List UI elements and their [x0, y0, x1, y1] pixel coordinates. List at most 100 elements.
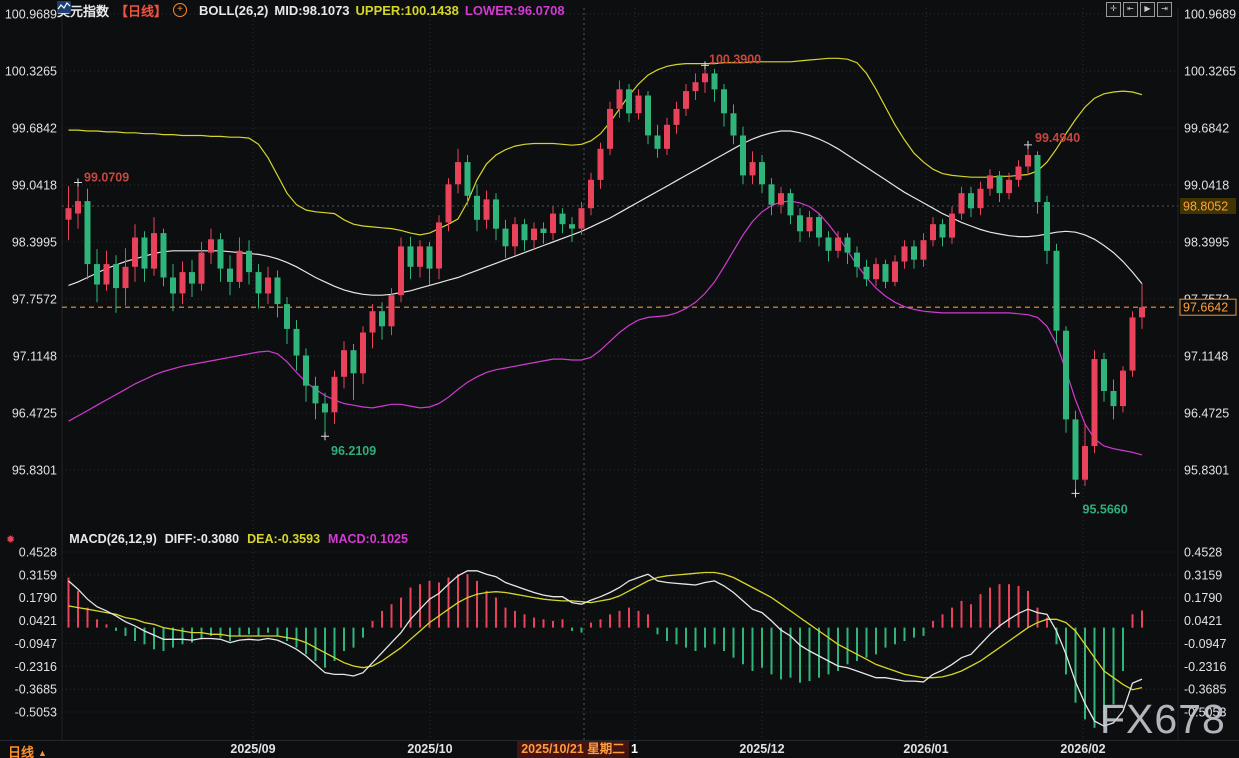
macd-diff-value: DIFF:-0.3080	[165, 532, 239, 546]
candle	[693, 82, 699, 91]
macd-bar	[372, 621, 374, 628]
macd-bar	[1008, 584, 1010, 627]
autoplay-icon[interactable]: ▶	[1140, 2, 1155, 17]
macd-bar	[1113, 628, 1115, 705]
candle	[313, 386, 319, 404]
candle	[769, 184, 775, 204]
macd-bar	[1141, 611, 1143, 628]
candle	[66, 208, 72, 220]
axis-tick: 97.1148	[1184, 350, 1228, 364]
candle	[265, 278, 271, 294]
axis-tick: -0.0947	[1184, 637, 1226, 651]
jump-latest-icon[interactable]: ⇥	[1157, 2, 1172, 17]
candle	[987, 175, 993, 188]
candle	[579, 208, 585, 228]
candle	[142, 238, 148, 269]
candle	[797, 215, 803, 231]
macd-bar	[1037, 608, 1039, 628]
candle	[940, 224, 946, 237]
candle	[607, 109, 613, 149]
candle	[1111, 391, 1117, 406]
axis-tick: 0.1790	[19, 591, 57, 605]
candle	[436, 222, 442, 268]
macd-bar	[942, 614, 944, 627]
macd-bar	[1132, 614, 1134, 627]
macd-bar	[305, 628, 307, 655]
candle	[778, 193, 784, 205]
macd-bar	[961, 601, 963, 628]
boll-title: BOLL(26,2)	[199, 3, 268, 18]
macd-bar	[809, 628, 811, 681]
macd-bar	[277, 628, 279, 636]
period-selector[interactable]: 日线▲	[8, 742, 47, 758]
candle	[807, 217, 813, 231]
axis-tick: -0.5053	[15, 706, 57, 720]
macd-bar	[486, 591, 488, 628]
macd-bar	[676, 628, 678, 645]
macd-bar	[628, 608, 630, 628]
macd-bar	[581, 628, 583, 633]
candle	[560, 214, 566, 225]
macd-bar	[704, 628, 706, 648]
macd-bar	[505, 608, 507, 628]
add-indicator-icon[interactable]: +	[173, 3, 187, 17]
macd-bar	[647, 614, 649, 627]
axis-tick: 95.8301	[1184, 464, 1229, 478]
candle	[417, 246, 423, 266]
macd-bar	[106, 624, 108, 627]
candle	[883, 264, 889, 282]
macd-bar	[87, 608, 89, 628]
macd-bar	[695, 628, 697, 651]
zoom-fit-icon[interactable]: ⇤	[1123, 2, 1138, 17]
candle	[750, 162, 756, 175]
macd-bar	[543, 619, 545, 627]
macd-bar	[638, 611, 640, 628]
candle	[892, 262, 898, 282]
candle	[104, 264, 110, 284]
pan-move-icon[interactable]: ✛	[1106, 2, 1121, 17]
candle	[123, 267, 129, 288]
boll-lower-value: LOWER:96.0708	[465, 3, 565, 18]
candle	[588, 180, 594, 208]
candle	[1044, 202, 1050, 251]
candle	[835, 238, 841, 251]
macd-bar	[115, 628, 117, 631]
macd-bar	[885, 628, 887, 648]
macd-bar	[685, 628, 687, 648]
candle	[75, 201, 81, 213]
macd-bar	[391, 604, 393, 627]
macd-bar	[657, 628, 659, 635]
candle	[550, 214, 556, 234]
candle	[284, 304, 290, 329]
macd-bar	[400, 598, 402, 628]
macd-bar	[562, 619, 564, 627]
candle	[911, 246, 917, 259]
candle	[1006, 180, 1012, 193]
boll-upper-value: UPPER:100.1438	[356, 3, 459, 18]
macd-bar	[343, 628, 345, 651]
macd-bar	[334, 628, 336, 661]
macd-title: MACD(26,12,9)	[69, 532, 157, 546]
candle	[208, 239, 214, 252]
candle	[816, 217, 822, 237]
axis-tick: -0.2316	[1184, 660, 1226, 674]
macd-bar	[980, 594, 982, 627]
candle	[731, 113, 737, 135]
macd-bar	[353, 628, 355, 648]
main-indicator-bar: 美元指数【日线】 + BOLL(26,2) MID:98.1073 UPPER:…	[57, 1, 565, 19]
chart-canvas[interactable]: 99.070996.2109100.390099.494095.5660100.…	[0, 0, 1239, 758]
candle	[322, 404, 328, 413]
macd-bar	[571, 628, 573, 631]
macd-bar	[552, 621, 554, 628]
macd-histogram	[68, 574, 1144, 728]
macd-bar	[315, 628, 317, 661]
macd-bar	[134, 628, 136, 641]
candle	[712, 73, 718, 89]
macd-settings-icon[interactable]: ✹	[6, 533, 15, 546]
candle	[503, 229, 509, 247]
macd-bar	[733, 628, 735, 658]
axis-tick: 98.3995	[12, 236, 57, 250]
candle	[740, 136, 746, 176]
macd-bar	[201, 628, 203, 640]
macd-bar	[362, 628, 364, 638]
